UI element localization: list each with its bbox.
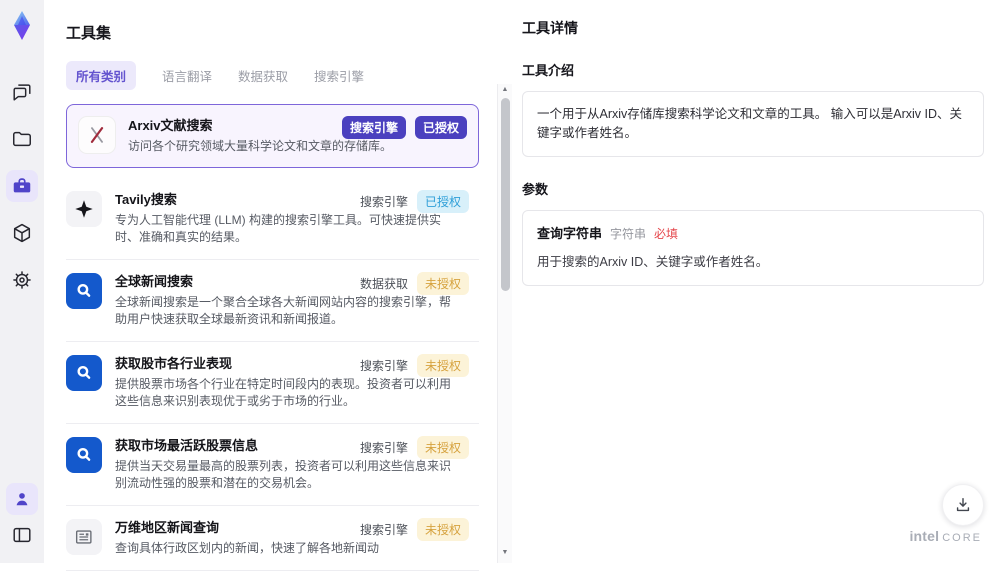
arxiv-icon — [79, 117, 115, 153]
stock-search-icon — [66, 437, 102, 473]
rail-bottom-group — [6, 483, 38, 555]
tool-desc: 访问各个研究领域大量科学论文和文章的存储库。 — [128, 138, 450, 155]
tool-desc: 提供当天交易量最高的股票列表，投资者可以利用这些信息来识别流动性强的股票和潜在的… — [115, 458, 461, 492]
download-button[interactable] — [942, 484, 984, 526]
tool-card-regional-news[interactable]: 万维地区新闻查询 查询具体行政区划内的新闻，快速了解各地新闻动 搜索引擎 未授权 — [66, 506, 479, 571]
tool-detail-panel: 工具详情 工具介绍 一个用于从Arxiv存储库搜索科学论文和文章的工具。 输入可… — [512, 0, 1000, 563]
tab-translation[interactable]: 语言翻译 — [162, 61, 212, 90]
tool-desc: 提供股票市场各个行业在特定时间段内的表现。投资者可以利用这些信息来识别表现优于或… — [115, 376, 461, 410]
stock-search-icon — [66, 355, 102, 391]
scroll-down-icon[interactable]: ▼ — [502, 547, 509, 559]
tool-card-global-news[interactable]: 全球新闻搜索 全球新闻搜索是一个聚合全球各大新闻网站内容的搜索引擎，帮助用户快速… — [66, 260, 479, 342]
status-badge: 未授权 — [417, 518, 469, 541]
sidebar-item-settings[interactable] — [6, 264, 38, 296]
category-label: 数据获取 — [360, 275, 408, 292]
status-badge: 未授权 — [417, 354, 469, 377]
toolbox-icon — [11, 175, 33, 197]
tool-card-sector-performance[interactable]: 获取股市各行业表现 提供股票市场各个行业在特定时间段内的表现。投资者可以利用这些… — [66, 342, 479, 424]
category-badge: 搜索引擎 — [342, 116, 406, 139]
cube-icon — [11, 222, 33, 244]
tab-search-engine[interactable]: 搜索引擎 — [314, 61, 364, 90]
tool-card-tavily[interactable]: Tavily搜索 专为人工智能代理 (LLM) 构建的搜索引擎工具。可快速提供实… — [66, 178, 479, 260]
app-logo-icon — [7, 10, 37, 42]
param-required-badge: 必填 — [654, 225, 678, 244]
folder-icon — [11, 128, 33, 150]
tavily-star-icon — [66, 191, 102, 227]
app-logo[interactable] — [3, 6, 41, 46]
tool-card-arxiv[interactable]: Arxiv文献搜索 访问各个研究领域大量科学论文和文章的存储库。 搜索引擎 已授… — [66, 104, 479, 168]
panel-toggle-icon — [11, 524, 33, 546]
category-label: 搜索引擎 — [360, 521, 408, 538]
news-search-icon — [66, 273, 102, 309]
tool-desc: 专为人工智能代理 (LLM) 构建的搜索引擎工具。可快速提供实时、准确和真实的结… — [115, 212, 461, 246]
left-rail — [0, 0, 44, 563]
tab-data-fetch[interactable]: 数据获取 — [238, 61, 288, 90]
sidebar-item-collapse[interactable] — [6, 519, 38, 551]
param-name: 查询字符串 — [537, 224, 602, 243]
detail-title: 工具详情 — [522, 18, 984, 38]
param-type: 字符串 — [610, 225, 646, 244]
newspaper-icon — [66, 519, 102, 555]
params-section-title: 参数 — [522, 179, 984, 198]
scroll-up-icon[interactable]: ▲ — [502, 84, 509, 96]
sidebar-item-files[interactable] — [6, 123, 38, 155]
status-badge: 已授权 — [415, 116, 467, 139]
category-label: 搜索引擎 — [360, 357, 408, 374]
tool-intro-box: 一个用于从Arxiv存储库搜索科学论文和文章的工具。 输入可以是Arxiv ID… — [522, 91, 984, 157]
category-tabs: 所有类别 语言翻译 数据获取 搜索引擎 — [66, 61, 479, 90]
user-icon — [12, 489, 32, 509]
intel-core-logo: intel core — [909, 528, 982, 544]
page-title: 工具集 — [66, 22, 479, 43]
intro-section-title: 工具介绍 — [522, 60, 984, 79]
sidebar-item-plugins[interactable] — [6, 217, 38, 249]
sidebar-item-account[interactable] — [6, 483, 38, 515]
download-icon — [953, 495, 973, 515]
param-desc: 用于搜索的Arxiv ID、关键字或作者姓名。 — [537, 253, 969, 272]
status-badge: 未授权 — [417, 436, 469, 459]
sidebar-item-toolset[interactable] — [6, 170, 38, 202]
scrollbar-thumb[interactable] — [501, 98, 510, 291]
intel-product-text: core — [942, 532, 982, 544]
toolset-panel: 工具集 所有类别 语言翻译 数据获取 搜索引擎 Arxiv文献搜索 访问各个研究… — [44, 0, 497, 563]
list-scrollbar[interactable]: ▲ ▼ — [497, 84, 512, 563]
category-label: 搜索引擎 — [360, 193, 408, 210]
tool-desc: 查询具体行政区划内的新闻，快速了解各地新闻动 — [115, 540, 461, 557]
sidebar-item-chat[interactable] — [6, 76, 38, 108]
status-badge: 未授权 — [417, 272, 469, 295]
status-badge: 已授权 — [417, 190, 469, 213]
tab-all-categories[interactable]: 所有类别 — [66, 61, 136, 90]
param-box: 查询字符串 字符串 必填 用于搜索的Arxiv ID、关键字或作者姓名。 — [522, 210, 984, 286]
intel-brand-text: intel — [909, 528, 939, 544]
gear-icon — [11, 269, 33, 291]
tool-card-active-stocks[interactable]: 获取市场最活跃股票信息 提供当天交易量最高的股票列表，投资者可以利用这些信息来识… — [66, 424, 479, 506]
tool-desc: 全球新闻搜索是一个聚合全球各大新闻网站内容的搜索引擎，帮助用户快速获取全球最新资… — [115, 294, 461, 328]
chat-icon — [11, 81, 33, 103]
category-label: 搜索引擎 — [360, 439, 408, 456]
